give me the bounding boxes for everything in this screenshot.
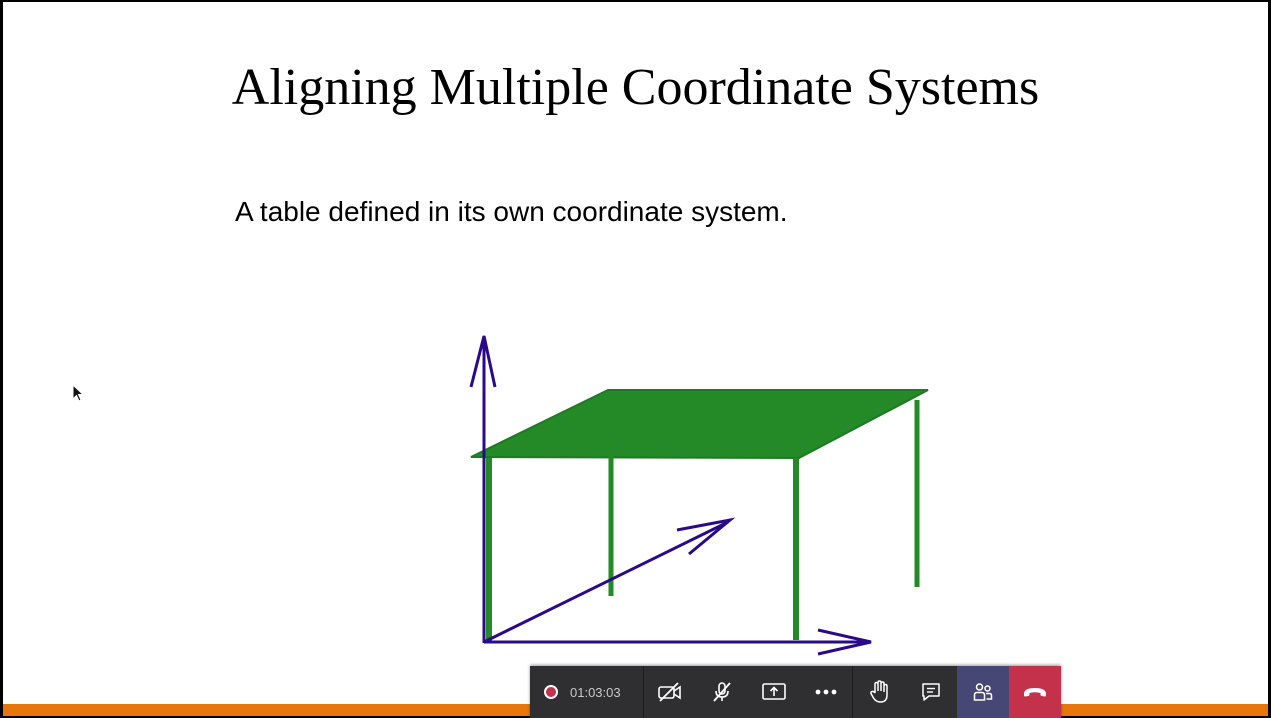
share-screen-button[interactable] [748, 666, 800, 718]
share-screen-icon [762, 683, 786, 700]
mouse-pointer-icon [72, 384, 85, 402]
more-options-icon [815, 689, 837, 695]
table-top [470, 389, 929, 460]
x-axis-arrow [484, 628, 872, 656]
chat-icon [922, 683, 940, 701]
hang-up-button[interactable] [1009, 666, 1061, 718]
mic-toggle-button[interactable] [696, 666, 748, 718]
mic-off-icon [713, 682, 731, 702]
chat-button[interactable] [905, 666, 957, 718]
z-axis-arrow [483, 517, 736, 644]
participants-button[interactable] [957, 666, 1009, 718]
participants-icon [973, 683, 993, 701]
camera-off-icon [658, 682, 681, 702]
table-coordinate-diagram [469, 335, 929, 656]
meeting-controls-toolbar: 01:03:03 [530, 666, 1061, 718]
recording-indicator: 01:03:03 [530, 666, 644, 718]
hang-up-icon [1024, 688, 1046, 697]
raise-hand-icon [870, 680, 888, 703]
presentation-slide: Aligning Multiple Coordinate Systems A t… [3, 2, 1268, 716]
record-icon [544, 685, 558, 699]
camera-toggle-button[interactable] [644, 666, 696, 718]
call-timer: 01:03:03 [570, 684, 621, 700]
raise-hand-button[interactable] [853, 666, 905, 718]
more-options-button[interactable] [800, 666, 852, 718]
